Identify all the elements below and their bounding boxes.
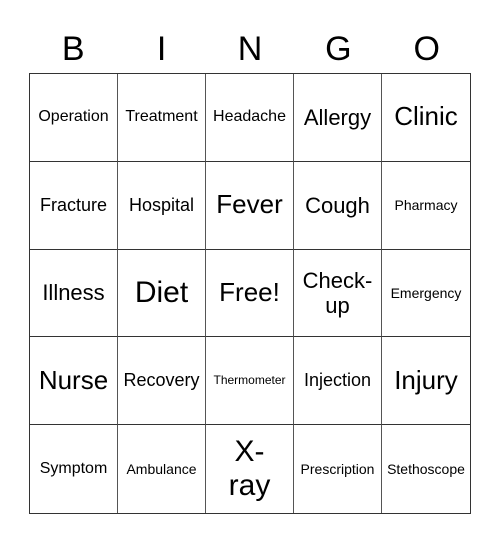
bingo-cell[interactable]: Injection <box>294 337 382 426</box>
header-letter-b: B <box>61 30 85 68</box>
bingo-cell[interactable]: Symptom <box>30 425 118 513</box>
free-space-cell[interactable]: Free! <box>206 249 294 338</box>
cell-label: Check-up <box>302 267 373 318</box>
cell-label: Ambulance <box>126 461 197 478</box>
bingo-header: B I N G O <box>29 26 471 72</box>
bingo-cell[interactable]: Ambulance <box>118 425 206 513</box>
bingo-cell[interactable]: Injury <box>382 337 470 426</box>
bingo-cell[interactable]: Fever <box>206 161 294 250</box>
cell-label: Fracture <box>39 194 108 215</box>
bingo-cell[interactable]: Emergency <box>382 250 470 338</box>
bingo-cell[interactable]: Prescription <box>294 425 382 513</box>
bingo-cell[interactable]: Fracture <box>30 161 118 250</box>
bingo-cell[interactable]: Thermometer <box>206 337 294 426</box>
cell-label: Injection <box>303 370 372 391</box>
bingo-cell[interactable]: Recovery <box>118 337 206 426</box>
bingo-cell[interactable]: Check-up <box>294 249 382 338</box>
header-letter-i: I <box>156 30 167 68</box>
cell-label: Operation <box>38 108 109 126</box>
cell-label: Clinic <box>394 101 458 132</box>
cell-label: Symptom <box>39 459 108 477</box>
cell-label: Prescription <box>300 461 375 478</box>
cell-label: Hospital <box>128 194 195 215</box>
header-letter-n: N <box>237 30 263 68</box>
cell-label: Fever <box>216 189 283 220</box>
bingo-cell[interactable]: X-ray <box>206 425 294 513</box>
cell-label: Injury <box>394 364 458 395</box>
bingo-cell[interactable]: Clinic <box>382 74 470 162</box>
bingo-cell[interactable]: Pharmacy <box>382 162 470 250</box>
bingo-cell[interactable]: Treatment <box>118 74 206 162</box>
cell-label: Diet <box>134 275 189 309</box>
bingo-cell[interactable]: Illness <box>30 249 118 338</box>
cell-label: Cough <box>305 192 370 218</box>
cell-label: X-ray <box>228 434 271 503</box>
cell-label: Stethoscope <box>387 461 465 478</box>
bingo-cell[interactable]: Stethoscope <box>382 425 470 513</box>
bingo-cell[interactable]: Diet <box>118 249 206 338</box>
bingo-cell[interactable]: Cough <box>294 161 382 250</box>
cell-label: Pharmacy <box>394 197 458 214</box>
bingo-cell[interactable]: Operation <box>30 74 118 162</box>
cell-label: Illness <box>42 280 105 306</box>
cell-label: Allergy <box>303 104 372 130</box>
cell-label: Free! <box>219 277 280 308</box>
bingo-cell[interactable]: Headache <box>206 74 294 162</box>
bingo-cell[interactable]: Allergy <box>294 74 382 162</box>
bingo-board: Operation Treatment Headache Allergy Cli… <box>29 73 471 514</box>
bingo-cell[interactable]: Nurse <box>30 337 118 426</box>
cell-label: Emergency <box>390 284 462 301</box>
header-letter-o: O <box>413 30 440 68</box>
cell-label: Recovery <box>123 370 200 391</box>
cell-label: Thermometer <box>213 372 286 387</box>
cell-label: Headache <box>213 108 286 126</box>
header-letter-g: G <box>325 30 352 68</box>
cell-label: Nurse <box>38 364 109 395</box>
bingo-cell[interactable]: Hospital <box>118 161 206 250</box>
cell-label: Treatment <box>125 108 198 126</box>
